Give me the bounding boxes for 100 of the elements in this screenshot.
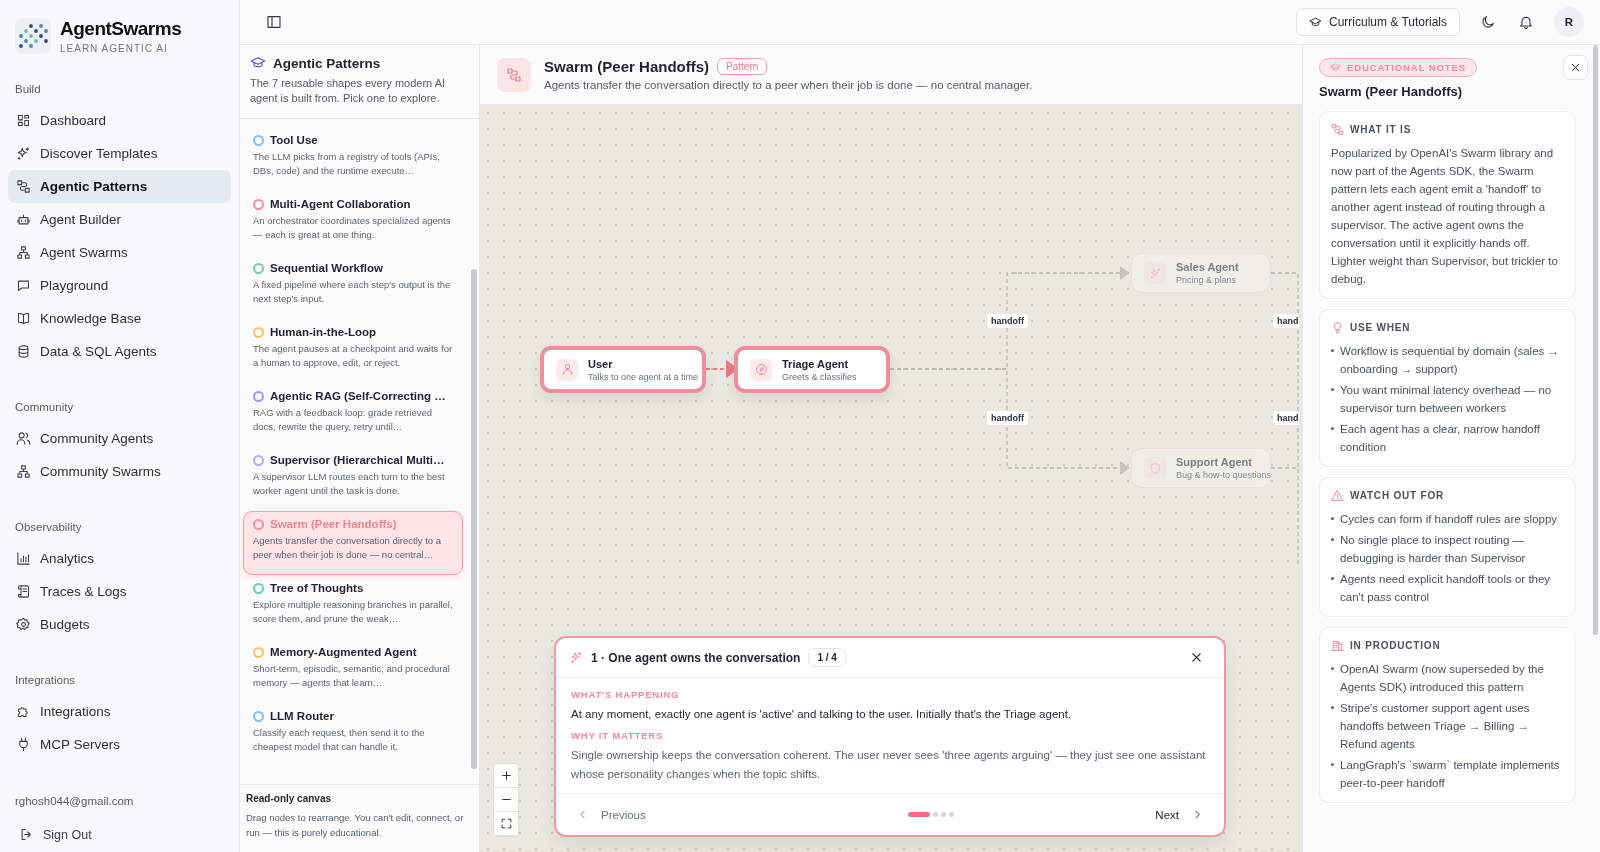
pattern-item[interactable]: Human-in-the-Loop The agent pauses at a checkpoint and waits for a human to approve, edit, or reject. [243,319,463,383]
avatar-button[interactable]: R [1554,7,1584,37]
step-indicator[interactable] [948,812,954,817]
node-title: Triage Agent [782,357,850,370]
node-title: Support Agent [1176,456,1253,468]
nav-item[interactable]: Data & SQL Agents [8,335,231,368]
pattern-description: The agent pauses at a checkpoint and waits for a human to approve, edit, or reject. [253,342,454,369]
node-subtitle: Pricing & plans [1176,275,1238,285]
pattern-item[interactable]: Tree of Thoughts Explore multiple reasoning branches in parallel, score them, and prune the weak… [243,575,463,639]
sparkles-icon [16,146,31,161]
brand-name: AgentSwarms [60,18,182,40]
node-subtitle: Bug & how-to questions [1176,470,1272,480]
brand-tagline: LEARN AGENTIC AI [60,43,169,54]
sign-out-button[interactable]: Sign Out [15,827,92,842]
next-button[interactable]: Next [1155,808,1204,821]
nav-item[interactable]: Budgets [8,608,231,641]
close-button[interactable] [1563,55,1588,80]
nav-item[interactable]: Agentic Patterns [8,170,231,203]
users-icon [16,431,31,446]
bullet-icon [1331,349,1334,352]
route-icon [16,179,31,194]
step-indicator[interactable] [932,812,938,817]
robot-icon [16,212,31,227]
pattern-description: An orchestrator coordinates specialized agents — each is great at one thing. [253,214,452,241]
pattern-name: Multi-Agent Collaboration [270,198,411,210]
hierarchy-icon [16,464,31,479]
notes-badge: EDUCATIONAL NOTES [1319,58,1477,77]
nav-item[interactable]: Analytics [8,542,231,575]
bullet-icon [1331,667,1334,670]
footer-title: Read-only canvas [246,793,333,804]
plug-icon [16,737,31,752]
pattern-item[interactable]: Agentic RAG (Self-Correcting … RAG with a feedback loop: grade retrieved docs, rewrite the query, retry until… [243,383,463,447]
pattern-item[interactable]: Multi-Agent Collaboration An orchestrator coordinates specialized agents — each is great at one thing. [243,191,463,255]
nav-item[interactable]: Agent Builder [8,203,231,236]
pattern-name: Tree of Thoughts [270,582,364,594]
bullet-icon [1331,427,1334,430]
nav-item[interactable]: Agent Swarms [8,236,231,269]
previous-button[interactable]: Previous [576,808,646,821]
database-icon [16,344,31,359]
nav-item[interactable]: Playground [8,269,231,302]
step-indicator[interactable] [940,812,946,817]
scrollbar[interactable] [1593,45,1598,635]
sidebar-icon [266,14,282,30]
grid-icon [16,113,31,128]
sparkles-icon [570,651,583,664]
nav-item[interactable]: Knowledge Base [8,302,231,335]
bar-chart-icon [16,551,31,566]
logo-icon [15,18,51,54]
account-email: rghosh044@gmail.com [15,795,135,807]
nav-item[interactable]: Community Agents [8,422,231,455]
pattern-item[interactable]: Sequential Workflow A fixed pipeline where each step's output is the next step's input. [243,255,463,319]
nav-section-heading: Integrations [14,674,77,688]
building-icon [1331,639,1344,652]
nav-item[interactable]: MCP Servers [8,728,231,761]
pattern-description: Short-term, episodic, semantic, and procedural memory — agents that learn… [253,662,451,689]
nav-item[interactable]: Discover Templates [8,137,231,170]
route-icon [1331,123,1344,136]
step-indicator[interactable] [907,812,930,817]
warning-icon [1331,489,1344,502]
plus-icon [499,769,513,782]
pattern-item[interactable]: Memory-Augmented Agent Short-term, episodic, semantic, and procedural memory — agents that learn… [243,639,463,703]
panel-subtitle: The 7 reusable shapes every modern AI agent is built from. Pick one to explore. [250,76,447,106]
nav-item[interactable]: Dashboard [8,104,231,137]
pattern-item[interactable]: LLM Router Classify each request, then send it to the cheapest model that can handle it. [243,703,463,767]
nav-item[interactable]: Community Swarms [8,455,231,488]
section-text: Popularized by OpenAI's Swarm library and now part of the Agents SDK, the Swarm pattern lets each agent emit a 'handoff' to another agent instead of routing through a supervisor. The active agent owns the conversation until it explicitly hands off. Lighter weight than Supervisor, but trickier to debug. [1331,146,1559,287]
chat-icon [16,278,31,293]
book-icon [16,311,31,326]
lightbulb-icon [1331,321,1344,334]
pattern-name: Human-in-the-Loop [270,326,377,338]
scrollbar[interactable] [471,269,477,769]
node-title: Sales Agent [1176,261,1239,273]
logout-icon [19,827,34,842]
bullet-icon [1331,763,1334,766]
pattern-description: A supervisor LLM routes each turn to the best worker agent until the task is done. [253,470,446,497]
section-heading: WHY IT MATTERS [571,730,665,741]
curriculum-button[interactable]: Curriculum & Tutorials [1295,8,1460,36]
pattern-item[interactable]: Tool Use The LLM picks from a registry of tools (APIs, DBs, code) and the runtime execute… [243,127,463,191]
graduation-cap-icon [1308,15,1322,29]
pattern-item[interactable]: Supervisor (Hierarchical Multi… A supervisor LLM routes each turn to the best worker agent until the task is done. [243,447,463,511]
bullet-text: LangGraph's `swarm` template implements peer-to-peer handoff [1340,758,1561,791]
sparkles-icon [1148,266,1162,280]
pattern-name: Agentic RAG (Self-Correcting … [270,390,446,402]
nav-section-heading: Build [14,83,42,97]
notes-title: Swarm (Peer Handoffs) [1319,84,1464,99]
pattern-item[interactable]: Swarm (Peer Handoffs) Agents transfer the conversation directly to a peer when their job is done — no central… [243,511,463,575]
pattern-description: Agents transfer the conversation directly to a peer when their job is done — no central… [253,534,442,561]
graduation-cap-icon [1330,62,1341,73]
edge-label: handoff [987,411,1028,425]
bullet-icon [1331,517,1334,520]
edge-label: handoff [987,314,1028,328]
edge-label: hand [1273,411,1299,425]
agent-node[interactable]: User Talks to one agent at a time [540,346,706,393]
nav-item[interactable]: Integrations [8,695,231,728]
nav-section-heading: Observability [14,521,83,535]
bullet-text: Workflow is sequential by domain (sales → onboarding → support) [1340,344,1561,377]
nav-item[interactable]: Traces & Logs [8,575,231,608]
agent-node[interactable]: Triage Agent Greets & classifies [734,346,890,393]
pattern-description: Explore multiple reasoning branches in parallel, score them, and prune the weak… [253,598,454,625]
settings-icon [16,617,31,632]
